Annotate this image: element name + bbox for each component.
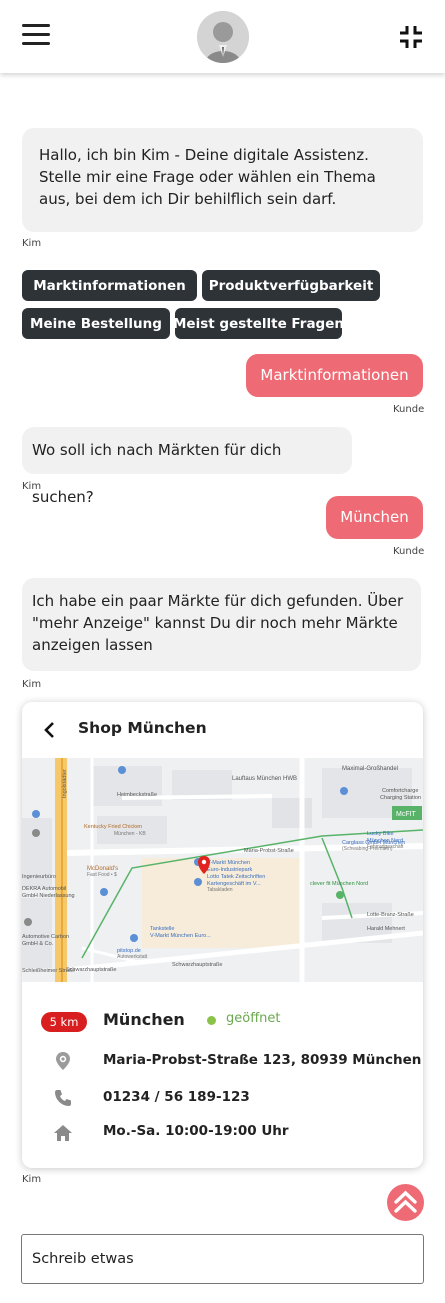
map-label: München - KB bbox=[114, 831, 146, 837]
chip-meist-gestellte-fragen[interactable]: Meist gestellte Fragen bbox=[173, 308, 344, 339]
map-label: Maximal-Großhandel bbox=[342, 766, 398, 772]
map-label: DEKRA Automobil bbox=[22, 886, 66, 892]
location-pin-icon bbox=[53, 1051, 73, 1071]
map-label: Tabakladen bbox=[207, 887, 233, 893]
map-label: clever fit München Nord bbox=[310, 881, 368, 887]
user-message-marktinformationen: Marktinformationen bbox=[246, 354, 423, 397]
shop-phone[interactable]: 01234 / 56 189-123 bbox=[103, 1089, 250, 1105]
map-label: Schwarzhauptstraße bbox=[172, 962, 222, 968]
chip-marktinformationen[interactable]: Marktinformationen bbox=[22, 270, 197, 301]
map-label: GmbH & Co. bbox=[22, 941, 54, 947]
map-label: V-Markt München Euro... bbox=[150, 933, 211, 939]
chat-header bbox=[0, 0, 445, 73]
bot-message-welcome: Hallo, ich bin Kim - Deine digitale Assi… bbox=[22, 128, 423, 232]
map-label: Kentucky Fried Chicken bbox=[84, 824, 142, 830]
message-input[interactable]: Schreib etwas bbox=[21, 1234, 424, 1284]
map-label: Heimbeckstraße bbox=[117, 792, 157, 798]
status-dot-icon bbox=[207, 1016, 216, 1025]
shop-hours: Mo.-Sa. 10:00-19:00 Uhr bbox=[103, 1123, 289, 1139]
map-label: Harald Mehnert bbox=[367, 926, 405, 932]
hamburger-menu-icon[interactable] bbox=[22, 24, 50, 48]
open-status: geöffnet bbox=[226, 1011, 281, 1026]
phone-icon bbox=[53, 1088, 73, 1108]
shop-card-title: Shop München bbox=[78, 719, 207, 737]
map-label: Schleißheimer Straße bbox=[22, 968, 75, 974]
sender-label-bot: Kim bbox=[22, 238, 42, 249]
chevron-up-icon[interactable] bbox=[387, 1184, 424, 1221]
shop-card: Shop München Lauftaus München HWB Maxima… bbox=[22, 702, 423, 1168]
map-label: Lauftaus München HWB bbox=[232, 776, 297, 782]
chip-produktverfuegbarkeit[interactable]: Produktverfügbarkeit bbox=[202, 270, 380, 301]
map-label: Euro-Industriepark bbox=[207, 867, 252, 873]
map-label: Fast Food • $ bbox=[87, 872, 117, 878]
map-label: Lucky Bike bbox=[367, 831, 394, 837]
map-label: Lotte-Branz-Straße bbox=[367, 912, 414, 918]
user-avatar-icon bbox=[197, 11, 249, 63]
map-label: Ingenieurbüro bbox=[22, 874, 56, 880]
map-label: Comfortcharge bbox=[382, 788, 418, 794]
shop-address: Maria-Probst-Straße 123, 80939 München bbox=[103, 1052, 422, 1068]
map-label: McFIT bbox=[396, 811, 417, 818]
sender-label-bot: Kim bbox=[22, 481, 42, 492]
map-label: Tankstelle bbox=[150, 926, 174, 932]
shop-city: München bbox=[103, 1010, 185, 1029]
shop-map[interactable]: Lauftaus München HWB Maximal-Großhandel … bbox=[22, 758, 423, 982]
sender-label-bot: Kim bbox=[22, 679, 42, 690]
map-label: Maria-Probst-Straße bbox=[244, 848, 294, 854]
map-label: Automotive Carbon bbox=[22, 934, 69, 940]
map-label: Lotto Tatek Zeitschriften bbox=[207, 874, 265, 880]
sender-label-user: Kunde bbox=[393, 404, 425, 415]
map-label: Autowerkstatt bbox=[117, 954, 148, 960]
user-message-muenchen: München bbox=[326, 496, 423, 539]
bot-message-markets-found: Ich habe ein paar Märkte für dich gefund… bbox=[22, 578, 421, 671]
shop-card-header: Shop München bbox=[22, 702, 423, 758]
map-label: V-Markt München bbox=[207, 860, 250, 866]
sender-label-bot: Kim bbox=[22, 1174, 42, 1185]
home-icon bbox=[53, 1123, 73, 1143]
map-label: Charging Station bbox=[380, 795, 421, 801]
map-label: Ingolstädter bbox=[62, 769, 68, 798]
sender-label-user: Kunde bbox=[393, 546, 425, 557]
distance-badge: 5 km bbox=[41, 1012, 87, 1032]
back-arrow-icon[interactable] bbox=[40, 720, 60, 740]
bot-message-location-question: Wo soll ich nach Märkten für dich suchen… bbox=[22, 427, 352, 506]
collapse-arrows-icon[interactable] bbox=[398, 24, 424, 50]
map-label: GmbH Niederlassung bbox=[22, 893, 75, 899]
chip-meine-bestellung[interactable]: Meine Bestellung bbox=[22, 308, 170, 339]
map-label: (Schwabing-Freimann) bbox=[342, 846, 393, 852]
